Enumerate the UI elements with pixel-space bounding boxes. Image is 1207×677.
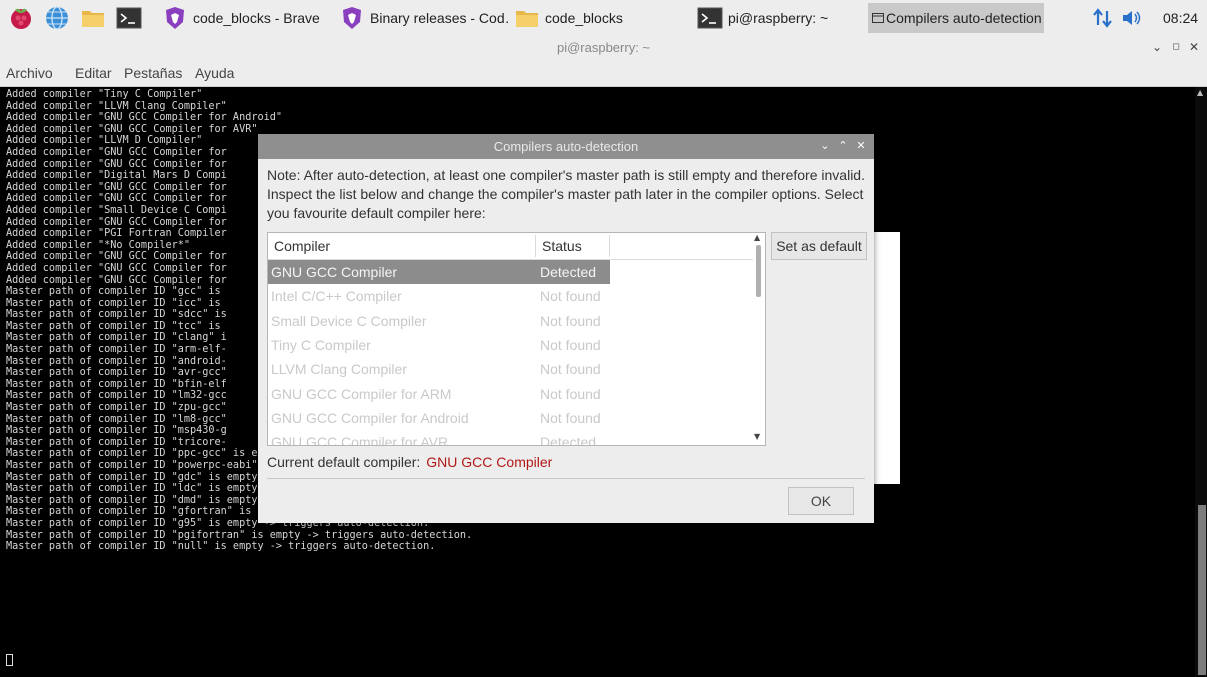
menu-ayuda[interactable]: Ayuda	[195, 65, 234, 81]
column-separator[interactable]	[535, 235, 536, 257]
taskbar: code_blocks - Brave Binary releases - Co…	[0, 0, 1207, 37]
terminal-line: Master path of compiler ID "pgifortran" …	[6, 529, 473, 541]
network-icon[interactable]	[1092, 0, 1114, 36]
terminal-line: Added compiler "LLVM Clang Compiler"	[6, 100, 227, 112]
column-separator[interactable]	[609, 235, 610, 257]
compiler-status: Not found	[540, 385, 601, 402]
compiler-name: GNU GCC Compiler	[271, 264, 398, 280]
scroll-down-icon[interactable]: ▼	[754, 432, 760, 441]
taskbar-window-label: Compilers auto-detection	[886, 10, 1042, 26]
terminal-line: Added compiler "Tiny C Compiler"	[6, 89, 203, 100]
terminal-cursor	[6, 654, 13, 666]
taskbar-window-binary-releases[interactable]: Binary releases - Cod…	[335, 3, 511, 33]
taskbar-window-brave-code-blocks[interactable]: code_blocks - Brave	[158, 3, 346, 33]
compiler-status: Not found	[540, 361, 601, 378]
current-default-line: Current default compiler: GNU GCC Compile…	[267, 454, 552, 470]
set-as-default-button[interactable]: Set as default	[771, 232, 867, 260]
dialog-note: Note: After auto-detection, at least one…	[267, 167, 865, 221]
dialog-title: Compilers auto-detection	[493, 139, 639, 154]
taskbar-window-label: code_blocks - Brave	[193, 10, 320, 26]
compiler-row[interactable]: GNU GCC Compiler for Android Not found	[268, 406, 610, 430]
compiler-name: GNU GCC Compiler for Android	[271, 409, 469, 426]
menubar: Archivo Editar Pestañas Ayuda	[0, 60, 1207, 87]
terminal-scrollbar-thumb[interactable]	[1198, 505, 1206, 675]
file-manager-icon[interactable]	[80, 5, 106, 31]
compiler-status: Not found	[540, 336, 601, 353]
column-header-status[interactable]: Status	[542, 238, 582, 254]
ok-button[interactable]: OK	[788, 487, 854, 515]
compiler-status: Not found	[540, 288, 601, 305]
brave-icon	[166, 7, 184, 29]
brave-icon	[343, 7, 361, 29]
current-default-label: Current default compiler:	[267, 454, 421, 470]
compiler-status: Not found	[540, 312, 601, 329]
maximize-icon[interactable]: ◻	[1168, 39, 1184, 55]
web-browser-icon[interactable]	[44, 5, 70, 31]
taskbar-window-label: code_blocks	[545, 10, 623, 26]
compiler-name: Tiny C Compiler	[271, 336, 371, 353]
divider	[267, 478, 865, 479]
scroll-up-icon[interactable]: ▲	[754, 233, 760, 242]
compiler-row[interactable]: GNU GCC Compiler for ARM Not found	[268, 382, 610, 406]
taskbar-window-code-blocks-folder[interactable]: code_blocks	[510, 3, 686, 33]
terminal-line: Added compiler "GNU GCC Compiler for And…	[6, 112, 283, 124]
taskbar-window-compilers-auto-detection[interactable]: Compilers auto-detection	[868, 3, 1044, 33]
minimize-icon[interactable]: ⌄	[1149, 39, 1165, 55]
menu-editar[interactable]: Editar	[75, 65, 112, 81]
list-scrollbar[interactable]: ▲ ▼	[753, 233, 765, 445]
raspberry-menu-icon[interactable]	[8, 5, 34, 31]
compiler-name: Small Device C Compiler	[271, 312, 427, 329]
compiler-name: GNU GCC Compiler for AVR	[271, 434, 449, 446]
menu-archivo[interactable]: Archivo	[6, 65, 53, 81]
close-icon[interactable]: ✕	[854, 138, 868, 154]
current-default-value: GNU GCC Compiler	[426, 454, 553, 470]
menu-pestanas[interactable]: Pestañas	[124, 65, 182, 81]
compiler-name: GNU GCC Compiler for ARM	[271, 385, 452, 402]
folder-icon	[516, 11, 538, 27]
taskbar-window-terminal[interactable]: pi@raspberry: ~	[693, 3, 863, 33]
compiler-row[interactable]: GNU GCC Compiler for AVR Detected	[268, 430, 610, 446]
compiler-row[interactable]: Intel C/C++ Compiler Not found	[268, 284, 610, 308]
column-header-compiler[interactable]: Compiler	[274, 238, 330, 254]
compiler-status: Detected	[540, 264, 597, 280]
taskbar-window-label: Binary releases - Cod…	[370, 10, 511, 26]
compiler-row[interactable]: GNU GCC Compiler Detected	[268, 260, 610, 284]
compiler-status: Detected	[540, 434, 597, 446]
maximize-icon[interactable]: ⌃	[836, 138, 850, 154]
compiler-name: LLVM Clang Compiler	[271, 361, 407, 378]
compiler-row[interactable]: Small Device C Compiler Not found	[268, 309, 610, 333]
volume-icon[interactable]	[1121, 0, 1143, 36]
compiler-list[interactable]: Compiler Status GNU GCC Compiler Detected…	[267, 232, 766, 446]
close-icon[interactable]: ✕	[1186, 39, 1202, 55]
compiler-status: Not found	[540, 409, 601, 426]
window-title: pi@raspberry: ~	[556, 40, 651, 55]
terminal-icon[interactable]	[116, 5, 142, 31]
window-titlebar[interactable]: pi@raspberry: ~ ⌄ ◻ ✕	[0, 36, 1207, 60]
list-scrollbar-thumb[interactable]	[756, 245, 761, 297]
compiler-row[interactable]: LLVM Clang Compiler Not found	[268, 357, 610, 381]
clock[interactable]: 08:24	[1163, 10, 1198, 26]
minimize-icon[interactable]: ⌄	[818, 138, 832, 154]
compiler-row[interactable]: Tiny C Compiler Not found	[268, 333, 610, 357]
list-header: Compiler Status	[268, 233, 754, 260]
scroll-up-icon[interactable]: ▲	[1197, 88, 1203, 97]
compilers-auto-detection-dialog: Compilers auto-detection ⌄ ⌃ ✕ Note: Aft…	[258, 134, 874, 523]
window-icon	[872, 13, 884, 23]
dialog-titlebar[interactable]: Compilers auto-detection ⌄ ⌃ ✕	[258, 134, 874, 159]
terminal-line: Master path of compiler ID "null" is emp…	[6, 541, 436, 553]
terminal-icon	[697, 7, 723, 29]
taskbar-window-label: pi@raspberry: ~	[728, 10, 829, 26]
compiler-name: Intel C/C++ Compiler	[271, 288, 402, 305]
